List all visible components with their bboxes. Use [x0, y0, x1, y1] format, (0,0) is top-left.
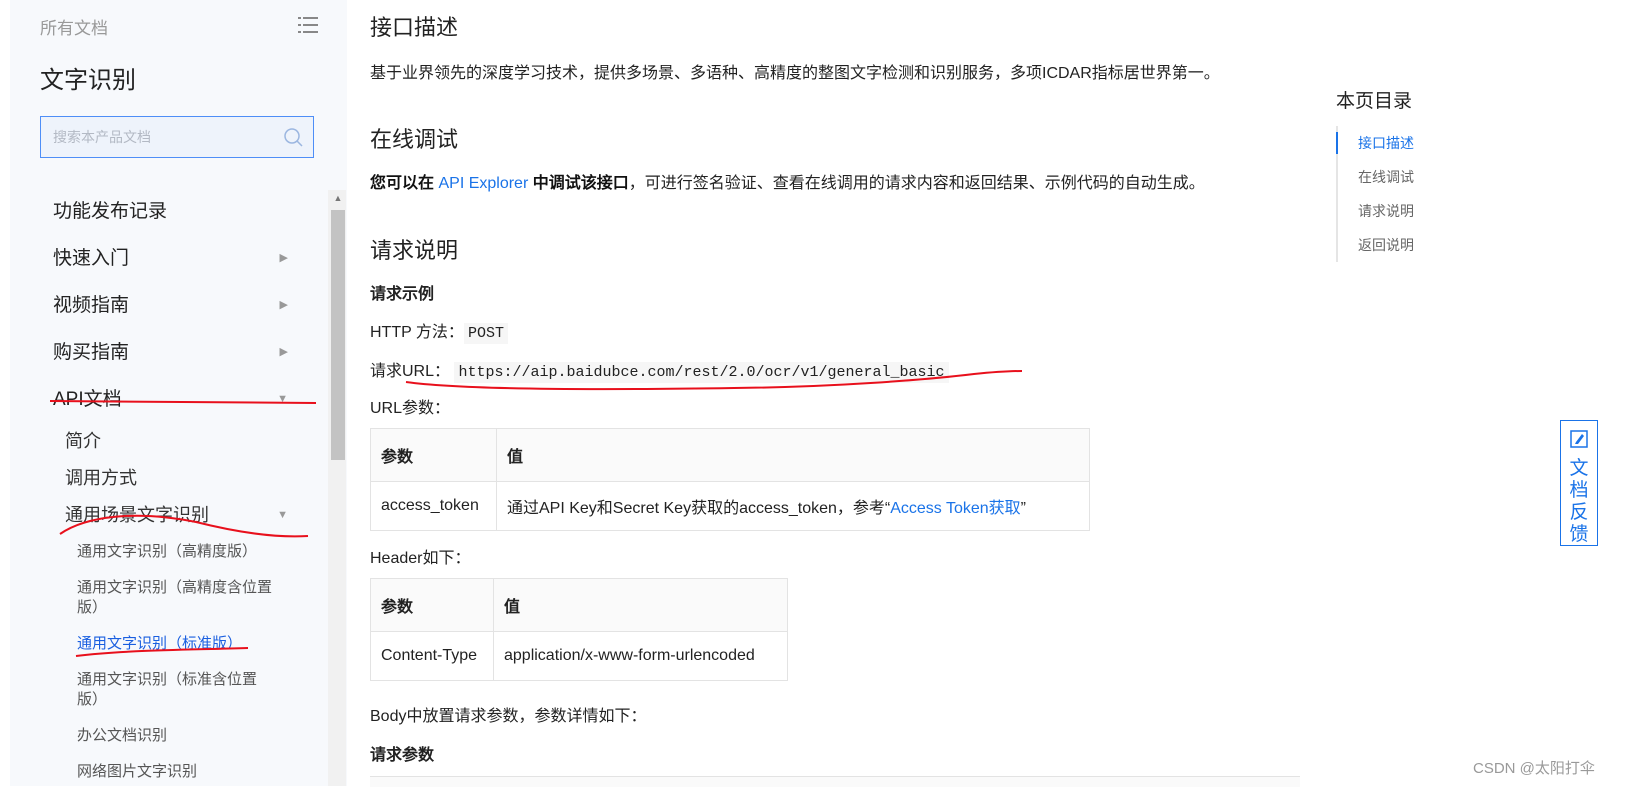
description-text: 基于业界领先的深度学习技术，提供多场景、多语种、高精度的整图文字检测和识别服务，…: [370, 65, 1220, 82]
bold-text: 您可以在: [370, 175, 435, 192]
table-header-cell: 参数: [370, 428, 497, 482]
cell-text: ”: [1020, 500, 1026, 517]
bold-text: 中调试该接口: [532, 175, 629, 192]
table-header-cell: 值: [496, 428, 1090, 482]
toc-item-online-debug[interactable]: 在线调试: [1338, 160, 1536, 194]
params-table-top: [370, 776, 1300, 787]
search-icon[interactable]: [283, 127, 303, 147]
toc-item-description[interactable]: 接口描述: [1336, 126, 1536, 160]
section-title-request: 请求说明: [370, 238, 459, 263]
chevron-right-icon: ▶: [279, 252, 288, 264]
toc-item-response[interactable]: 返回说明: [1338, 228, 1536, 262]
nav-label: 简介: [65, 431, 101, 451]
body-label: Body中放置请求参数，参数详情如下：: [370, 708, 647, 725]
nav-item-invocation[interactable]: 调用方式: [10, 460, 330, 497]
nav-leaf-accurate-location[interactable]: 通用文字识别（高精度含位置版）: [10, 570, 277, 626]
scroll-up-icon[interactable]: ▲: [331, 193, 345, 203]
http-method-value: POST: [463, 323, 508, 344]
toc-title: 本页目录: [1336, 91, 1413, 112]
nav-leaf-web-image[interactable]: 网络图片文字识别: [10, 754, 277, 786]
header-label: Header如下：: [370, 550, 471, 567]
table-header-cell: 值: [493, 578, 788, 632]
table-cell: access_token: [370, 481, 497, 531]
section-title-online-debug: 在线调试: [370, 127, 459, 152]
table-row: Content-Type application/x-www-form-urle…: [370, 631, 788, 681]
access-token-link[interactable]: Access Token获取: [890, 500, 1020, 517]
nav-label: 调用方式: [65, 468, 137, 488]
chevron-right-icon: ▶: [279, 346, 288, 358]
request-example-heading: 请求示例: [370, 286, 435, 303]
table-cell: application/x-www-form-urlencoded: [493, 631, 788, 681]
http-method-label: HTTP 方法：: [370, 324, 464, 341]
nav-label: 视频指南: [53, 295, 130, 316]
annotation-underline: [75, 647, 249, 657]
doc-feedback-button[interactable]: 文档反馈: [1560, 420, 1598, 546]
request-params-heading: 请求参数: [370, 747, 435, 764]
search-input[interactable]: [41, 117, 273, 157]
nav-item-release-notes[interactable]: 功能发布记录: [10, 188, 330, 235]
annotation-underline: [59, 514, 309, 538]
table-header-row: 参数 值: [370, 428, 1090, 482]
http-method-line: HTTP 方法： POST: [370, 318, 508, 344]
api-explorer-link[interactable]: API Explorer: [438, 175, 528, 192]
nav-item-intro[interactable]: 简介: [10, 423, 330, 460]
nav-item-video-guide[interactable]: 视频指南 ▶: [10, 282, 330, 329]
section-title-description: 接口描述: [370, 15, 459, 40]
nav-item-purchase-guide[interactable]: 购买指南 ▶: [10, 329, 330, 376]
sidebar-nav: 功能发布记录 快速入门 ▶ 视频指南 ▶ 购买指南 ▶ API文档 ▼ 简介 调…: [10, 188, 330, 786]
product-title: 文字识别: [40, 67, 136, 94]
annotation-underline: [49, 400, 317, 404]
search-box[interactable]: [40, 116, 314, 158]
debug-rest-text: ，可进行签名验证、查看在线调用的请求内容和返回结果、示例代码的自动生成。: [628, 175, 1205, 192]
sidebar: 所有文档 文字识别 功能发布记录 快速入门 ▶ 视频指南 ▶ 购买指南 ▶ AP…: [10, 0, 347, 786]
header-table: 参数 值 Content-Type application/x-www-form…: [370, 578, 788, 681]
toc-list: 接口描述 在线调试 请求说明 返回说明: [1336, 126, 1536, 262]
cell-text: 通过API Key和Secret Key获取的access_token，参考“: [507, 500, 891, 517]
page-toc: 本页目录 接口描述 在线调试 请求说明 返回说明: [1336, 86, 1536, 262]
watermark: CSDN @太阳打伞: [1473, 760, 1595, 777]
nav-label: 功能发布记录: [53, 201, 168, 222]
url-params-table: 参数 值 access_token 通过API Key和Secret Key获取…: [370, 428, 1090, 531]
chevron-right-icon: ▶: [279, 299, 288, 311]
table-header-row: 参数 值: [370, 578, 788, 632]
annotation-underline: [405, 370, 1023, 391]
scrollbar-thumb[interactable]: [331, 210, 345, 460]
nav-label: 快速入门: [53, 248, 130, 269]
nav-label: 购买指南: [53, 342, 130, 363]
table-header-cell: 参数: [370, 578, 494, 632]
nav-item-quickstart[interactable]: 快速入门 ▶: [10, 235, 330, 282]
table-cell: 通过API Key和Secret Key获取的access_token，参考“A…: [496, 481, 1090, 531]
feedback-label: 文档反馈: [1569, 458, 1589, 545]
url-params-label: URL参数：: [370, 400, 451, 417]
edit-icon: [1570, 430, 1588, 448]
toc-item-request[interactable]: 请求说明: [1338, 194, 1536, 228]
nav-leaf-basic-location[interactable]: 通用文字识别（标准含位置版）: [10, 662, 277, 718]
table-cell: Content-Type: [370, 631, 494, 681]
table-row: access_token 通过API Key和Secret Key获取的acce…: [370, 481, 1090, 531]
all-docs-link[interactable]: 所有文档: [40, 14, 108, 39]
online-debug-text: 您可以在 API Explorer 中调试该接口，可进行签名验证、查看在线调用的…: [370, 169, 1205, 193]
list-menu-icon[interactable]: [298, 16, 318, 34]
nav-leaf-office-doc[interactable]: 办公文档识别: [10, 718, 277, 754]
